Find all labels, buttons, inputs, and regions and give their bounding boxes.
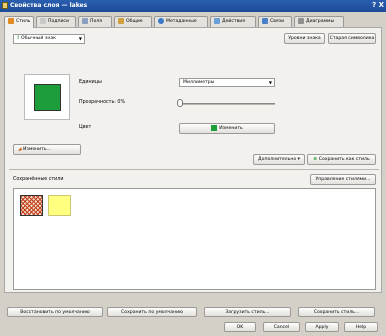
window-controls[interactable]: ? X <box>372 1 384 9</box>
old-symbology-button[interactable]: Старая символика <box>328 33 376 44</box>
style-panel: ⁑ Обычный знак ▼ Уровни знака Старая сим… <box>4 27 382 293</box>
title-bar: Свойства слоя — lakes ? X <box>0 0 386 12</box>
color-label: Цвет <box>79 125 92 130</box>
saved-styles-list <box>13 188 376 290</box>
change-symbol-button[interactable]: ◢ Изменить... <box>13 144 81 155</box>
cancel-button[interactable]: Cancel <box>263 322 300 332</box>
divider <box>9 169 379 170</box>
action-icon <box>214 17 220 24</box>
tab-labels[interactable]: Подписи <box>36 16 76 27</box>
save-as-style-button[interactable]: ⊕ Сохранить как стиль <box>307 154 376 165</box>
transparency-slider-handle[interactable] <box>177 99 183 107</box>
units-combo[interactable]: Миллиметры ▼ <box>179 78 275 87</box>
join-icon <box>262 17 268 24</box>
tab-actions[interactable]: Действия <box>210 16 256 27</box>
table-icon <box>82 17 88 24</box>
units-label: Единицы <box>79 80 102 85</box>
qgis-app-icon <box>2 2 8 9</box>
saved-styles-label: Сохранённые стили <box>13 177 64 182</box>
saved-style-hatch[interactable] <box>20 195 43 216</box>
advanced-button[interactable]: Дополнительно ▾ <box>253 154 305 165</box>
tab-fields[interactable]: Поля <box>78 16 112 27</box>
color-swatch-icon <box>211 124 218 131</box>
tab-metadata[interactable]: Метаданные <box>154 16 208 27</box>
chevron-down-icon: ▼ <box>78 36 82 41</box>
saved-style-yellow[interactable] <box>48 195 71 216</box>
wrench-icon <box>118 17 124 24</box>
restore-default-button[interactable]: Восстановить по умолчанию <box>7 307 103 317</box>
save-style-button[interactable]: Сохранить стиль... <box>298 307 375 317</box>
transparency-slider-track[interactable] <box>181 103 275 105</box>
chevron-down-icon: ▾ <box>297 157 300 162</box>
tab-diagrams[interactable]: Диаграммы <box>294 16 344 27</box>
renderer-combo[interactable]: ⁑ Обычный знак ▼ <box>13 34 85 44</box>
tab-general[interactable]: Общие <box>114 16 152 27</box>
save-default-button[interactable]: Сохранить по умолчанию <box>107 307 197 317</box>
tab-joins[interactable]: Связи <box>258 16 292 27</box>
ok-button[interactable]: OK <box>224 322 256 332</box>
manage-styles-button[interactable]: Управление стилями... <box>310 174 376 185</box>
symbol-preview <box>34 84 61 111</box>
transparency-label: Прозрачность: 0% <box>79 100 126 105</box>
symbol-preview-frame <box>24 74 70 120</box>
info-icon <box>158 17 164 24</box>
window-title: Свойства слоя — lakes <box>10 2 88 9</box>
brush-icon <box>8 17 14 24</box>
help-button[interactable]: Help <box>344 322 378 332</box>
symbol-levels-button[interactable]: Уровни знака <box>284 33 325 44</box>
change-color-button[interactable]: Изменить <box>179 123 275 134</box>
tab-bar: Стиль Подписи Поля Общие Метаданные Дейс… <box>4 16 382 28</box>
label-icon <box>40 17 46 24</box>
chevron-down-icon: ▼ <box>268 80 272 85</box>
diagram-icon <box>298 17 304 24</box>
apply-button[interactable]: Apply <box>305 322 339 332</box>
tab-style[interactable]: Стиль <box>4 16 34 28</box>
load-style-button[interactable]: Загрузить стиль... <box>204 307 291 317</box>
